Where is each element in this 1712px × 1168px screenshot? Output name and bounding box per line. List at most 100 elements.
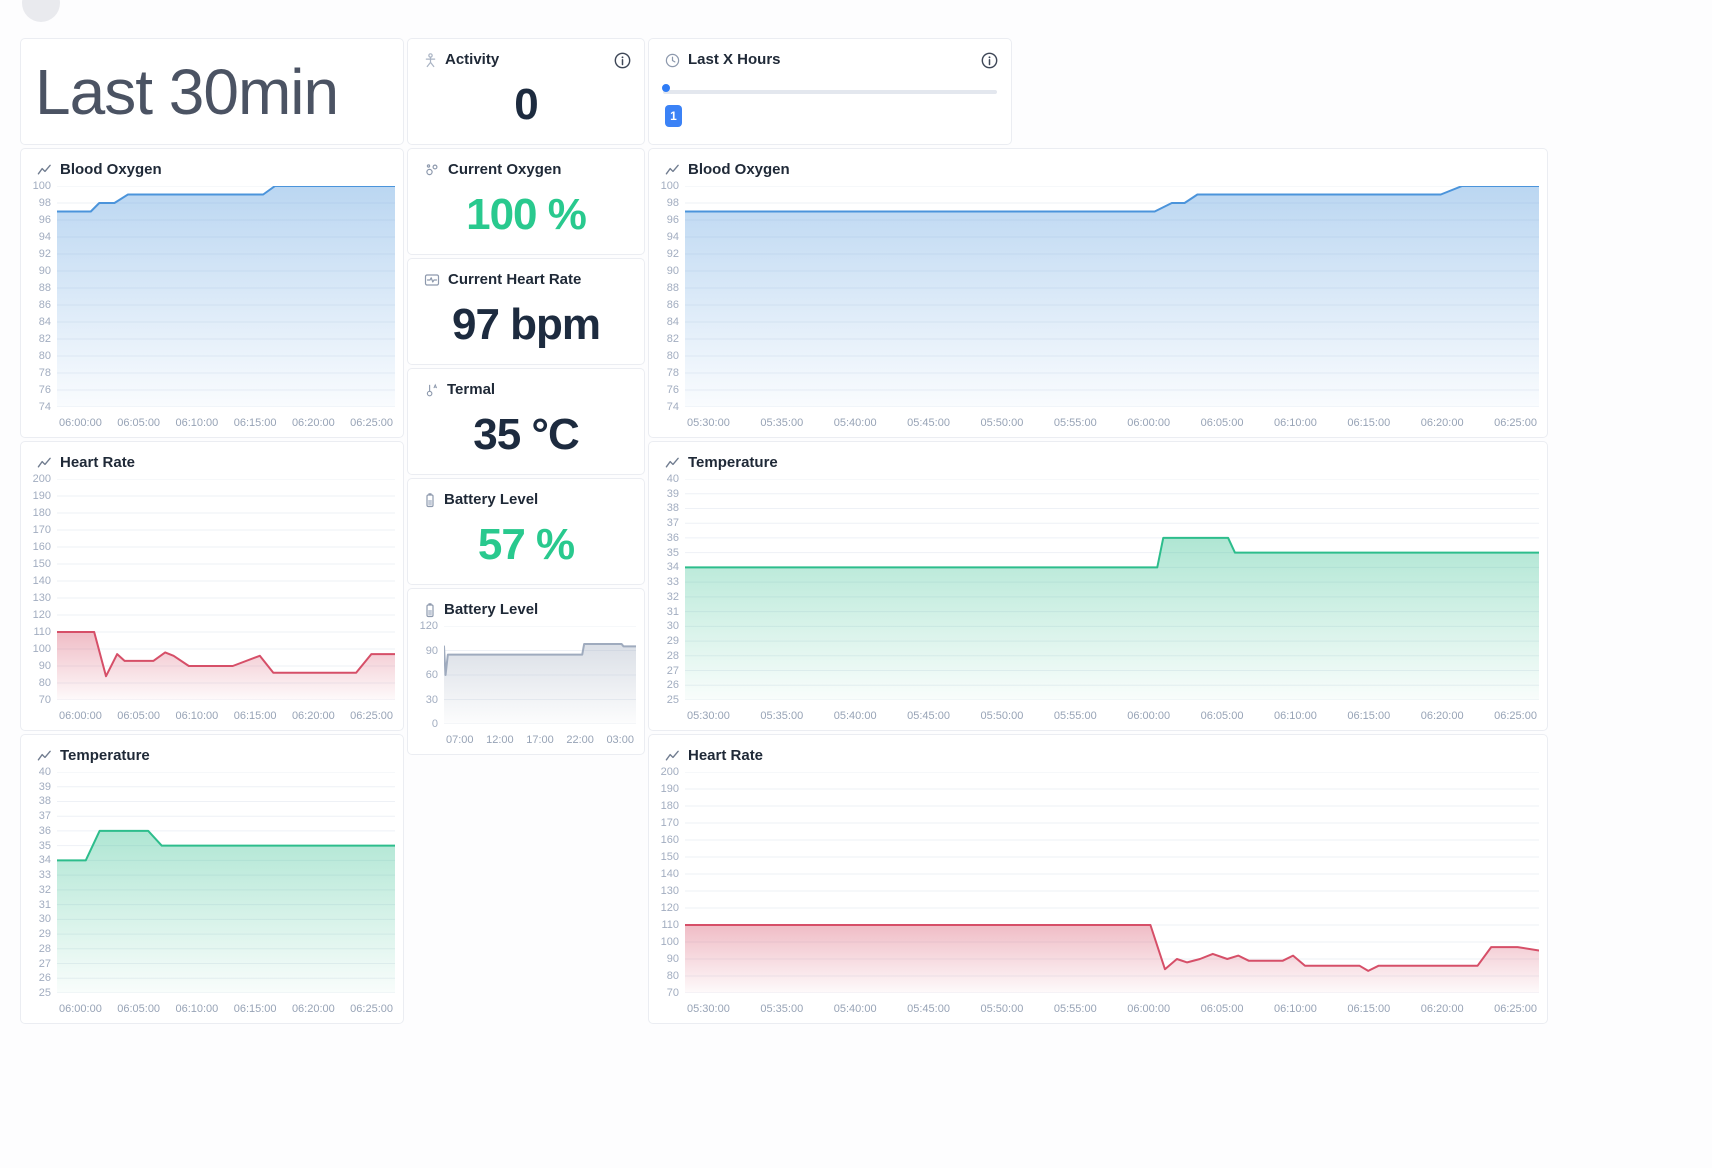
chart-plot-area[interactable] <box>57 479 395 700</box>
time-range-title-card: Last 30min <box>20 38 404 145</box>
slider-value-badge: 1 <box>665 105 682 127</box>
temperature-card-hours: Temperature 4039383736353433323130292827… <box>648 441 1548 731</box>
slider-handle[interactable] <box>662 84 670 92</box>
termal-card: Termal 35 °C <box>407 368 645 475</box>
stat-body: 35 °C <box>408 404 644 474</box>
activity-value: 0 <box>514 80 537 130</box>
chart-plot-area[interactable] <box>57 186 395 407</box>
person-icon <box>424 53 437 68</box>
pulse-monitor-icon <box>424 272 440 288</box>
line-chart-icon <box>665 456 680 471</box>
heart-rate-chart-hours: 200190180170160150140130120110100908070 … <box>649 772 1539 1015</box>
line-chart-icon <box>37 163 52 178</box>
card-title-row: Last X Hours <box>649 39 1011 74</box>
chart-plot-area[interactable] <box>685 479 1539 700</box>
chart-title: Blood Oxygen <box>60 162 162 178</box>
chart-plot-area[interactable] <box>57 772 395 993</box>
card-title-row: Current Oxygen <box>408 149 644 184</box>
stat-body: 100 % <box>408 184 644 254</box>
line-chart-icon <box>665 163 680 178</box>
stat-body: 57 % <box>408 514 644 584</box>
card-title-row: Current Heart Rate <box>408 259 644 294</box>
card-title-row: Termal <box>408 369 644 404</box>
molecule-icon <box>424 162 440 178</box>
card-title-row: Blood Oxygen <box>649 149 1547 184</box>
card-title-row: Battery Level <box>408 479 644 514</box>
page-title: Last 30min <box>35 55 403 129</box>
avatar[interactable] <box>22 0 60 22</box>
current-heart-rate-value: 97 bpm <box>452 300 600 350</box>
y-axis-labels: 40393837363534333231302928272625 <box>649 479 685 700</box>
card-label: Last X Hours <box>688 52 781 68</box>
dashboard: Last 30min Blood Oxygen 1009896949290888… <box>20 38 1548 1024</box>
stat-body: 0 <box>408 74 644 144</box>
left-column: Last 30min Blood Oxygen 1009896949290888… <box>20 38 404 1024</box>
battery-level-value: 57 % <box>478 520 574 570</box>
chart-plot-area[interactable] <box>444 626 636 724</box>
info-icon[interactable] <box>981 52 998 69</box>
clock-icon <box>665 53 680 68</box>
termal-value: 35 °C <box>473 410 579 460</box>
card-label: Activity <box>445 52 499 68</box>
battery-icon <box>424 602 436 618</box>
x-axis-labels: 05:30:0005:35:0005:40:0005:45:0005:50:00… <box>685 700 1539 722</box>
x-axis-labels: 06:00:0006:05:0006:10:0006:15:0006:20:00… <box>57 700 395 722</box>
chart-title: Heart Rate <box>60 455 135 471</box>
battery-chart-card: Battery Level 1209060300 07:0012:0017:00… <box>407 588 645 755</box>
heart-rate-chart-30min: 200190180170160150140130120110100908070 … <box>21 479 395 722</box>
chart-plot-area[interactable] <box>685 772 1539 993</box>
middle-column: Activity 0 Current Oxygen 100 % <box>407 38 645 755</box>
line-chart-icon <box>665 749 680 764</box>
blood-oxygen-card-30min: Blood Oxygen 100989694929088868482807876… <box>20 148 404 438</box>
card-label: Current Heart Rate <box>448 272 581 288</box>
battery-level-card: Battery Level 57 % <box>407 478 645 585</box>
line-chart-icon <box>37 749 52 764</box>
x-axis-labels: 05:30:0005:35:0005:40:0005:45:0005:50:00… <box>685 407 1539 429</box>
battery-icon <box>424 492 436 508</box>
last-x-hours-card: Last X Hours 1 <box>648 38 1012 145</box>
right-column: Last X Hours 1 Blood Oxygen 100989694929… <box>648 38 1548 1024</box>
card-title-row: Temperature <box>21 735 403 770</box>
activity-card: Activity 0 <box>407 38 645 145</box>
x-axis-labels: 07:0012:0017:0022:0003:00 <box>444 724 636 746</box>
stat-body: 97 bpm <box>408 294 644 364</box>
thermometer-icon <box>424 382 439 398</box>
temperature-chart-30min: 40393837363534333231302928272625 06:00:0… <box>21 772 395 1015</box>
card-title-row: Activity <box>408 39 644 74</box>
chart-title: Temperature <box>688 455 778 471</box>
card-title-row: Temperature <box>649 442 1547 477</box>
chart-title: Blood Oxygen <box>688 162 790 178</box>
y-axis-labels: 10098969492908886848280787674 <box>649 186 685 407</box>
y-axis-labels: 10098969492908886848280787674 <box>21 186 57 407</box>
current-heart-rate-card: Current Heart Rate 97 bpm <box>407 258 645 365</box>
y-axis-labels: 200190180170160150140130120110100908070 <box>649 772 685 993</box>
line-chart-icon <box>37 456 52 471</box>
chart-plot-area[interactable] <box>685 186 1539 407</box>
current-oxygen-value: 100 % <box>466 190 586 240</box>
heart-rate-card-30min: Heart Rate 20019018017016015014013012011… <box>20 441 404 731</box>
chart-title: Heart Rate <box>688 748 763 764</box>
chart-title: Battery Level <box>444 602 538 618</box>
y-axis-labels: 200190180170160150140130120110100908070 <box>21 479 57 700</box>
hours-slider: 1 <box>649 74 1011 127</box>
blood-oxygen-card-hours: Blood Oxygen 100989694929088868482807876… <box>648 148 1548 438</box>
temperature-chart-hours: 40393837363534333231302928272625 05:30:0… <box>649 479 1539 722</box>
slider-track[interactable] <box>663 90 997 94</box>
card-label: Current Oxygen <box>448 162 561 178</box>
card-label: Battery Level <box>444 492 538 508</box>
heart-rate-card-hours: Heart Rate 20019018017016015014013012011… <box>648 734 1548 1024</box>
card-label: Termal <box>447 382 495 398</box>
blood-oxygen-chart-30min: 10098969492908886848280787674 06:00:0006… <box>21 186 395 429</box>
y-axis-labels: 40393837363534333231302928272625 <box>21 772 57 993</box>
chart-title: Temperature <box>60 748 150 764</box>
x-axis-labels: 06:00:0006:05:0006:10:0006:15:0006:20:00… <box>57 407 395 429</box>
x-axis-labels: 05:30:0005:35:0005:40:0005:45:0005:50:00… <box>685 993 1539 1015</box>
blood-oxygen-chart-hours: 10098969492908886848280787674 05:30:0005… <box>649 186 1539 429</box>
card-title-row: Battery Level <box>408 589 644 624</box>
x-axis-labels: 06:00:0006:05:0006:10:0006:15:0006:20:00… <box>57 993 395 1015</box>
battery-level-chart: 1209060300 07:0012:0017:0022:0003:00 <box>408 626 636 746</box>
info-icon[interactable] <box>614 52 631 69</box>
card-title-row: Heart Rate <box>649 735 1547 770</box>
card-title-row: Blood Oxygen <box>21 149 403 184</box>
temperature-card-30min: Temperature 4039383736353433323130292827… <box>20 734 404 1024</box>
